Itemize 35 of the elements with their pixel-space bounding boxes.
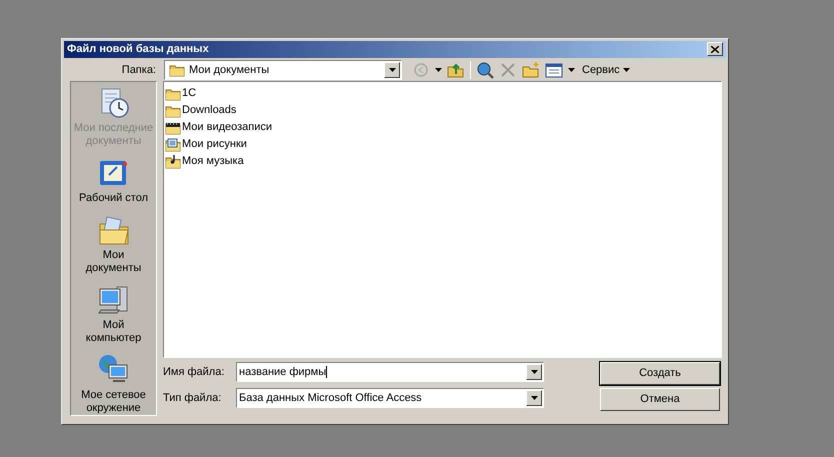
tools-menu[interactable]: Сервис xyxy=(582,62,630,78)
field-label: Имя файла: xyxy=(163,364,226,380)
places-item[interactable]: Мои документы xyxy=(72,213,156,275)
dropdown-button[interactable] xyxy=(526,390,542,406)
file-type-dropdown[interactable]: База данных Microsoft Office Access xyxy=(236,388,544,408)
dropdown-button[interactable] xyxy=(526,364,542,380)
folder-value: Мои документы xyxy=(189,62,270,78)
views-caret-icon xyxy=(568,68,575,72)
file-item[interactable]: Downloads xyxy=(165,102,238,119)
close-button[interactable] xyxy=(707,42,723,56)
field-label: Тип файла: xyxy=(163,390,222,406)
caret-icon xyxy=(388,68,396,72)
window-title: Файл новой базы данных xyxy=(67,42,209,57)
file-item[interactable]: Мои рисунки xyxy=(165,136,249,153)
file-item[interactable]: Мои видеозаписи xyxy=(165,119,274,136)
file-item[interactable]: Моя музыка xyxy=(165,153,246,170)
views-icon[interactable] xyxy=(545,60,563,79)
file-item[interactable]: 1C xyxy=(165,85,198,102)
dropdown-button[interactable] xyxy=(384,62,400,78)
search-web-icon[interactable] xyxy=(476,60,494,79)
caret-icon xyxy=(530,370,538,374)
places-item[interactable]: Мой компьютер xyxy=(72,283,156,345)
music-folder-icon xyxy=(165,154,181,170)
folder-dropdown[interactable]: Мои документы xyxy=(164,60,402,80)
folder-label: Папка: xyxy=(120,62,157,78)
file-name-field[interactable]: название фирмы xyxy=(236,362,544,382)
places-item[interactable]: Рабочий стол xyxy=(72,156,156,205)
dialog-button[interactable]: Создать xyxy=(600,362,720,385)
close-icon xyxy=(711,46,719,53)
caret-icon xyxy=(530,396,538,400)
dialog-button[interactable]: Отмена xyxy=(600,388,720,411)
caret-icon xyxy=(622,68,630,72)
back-caret-icon xyxy=(435,68,442,72)
new-folder-icon[interactable] xyxy=(522,60,540,79)
places-item[interactable]: Мое сетевое окружение xyxy=(72,353,156,415)
